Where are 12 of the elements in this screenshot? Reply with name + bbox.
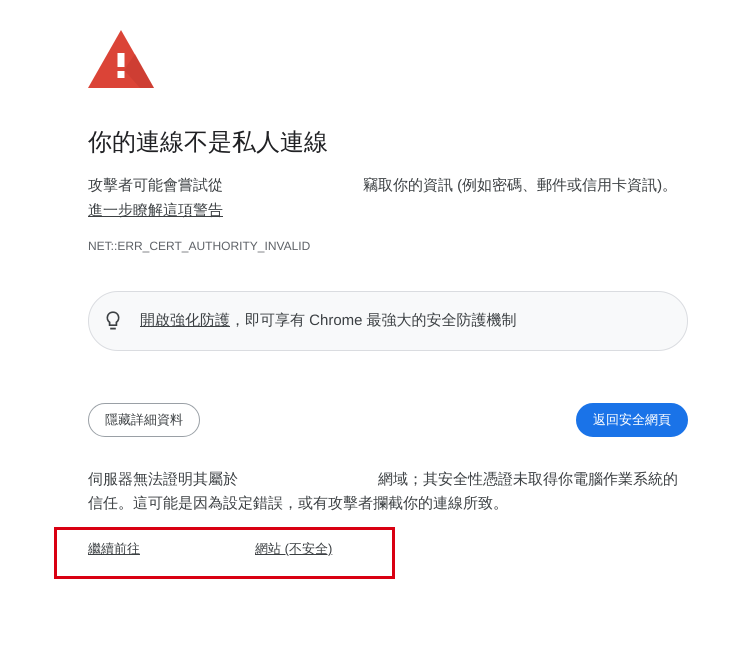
hide-details-button[interactable]: 隱藏詳細資料 [88,403,200,437]
enhanced-protection-link[interactable]: 開啟強化防護 [140,312,230,329]
certificate-explanation: 伺服器無法證明其屬於 網域；其安全性憑證未取得你電腦作業系統的信任。這可能是因為設定錯誤，或有攻擊者攔截你的連線所致。 [88,470,679,514]
warning-paragraph: 攻擊者可能會嘗試從 竊取你的資訊 (例如密碼、郵件或信用卡資訊)。 [88,176,678,196]
enhanced-protection-text: 開啟強化防護，即可享有 Chrome 最強大的安全防護機制 [140,311,517,331]
learn-more-link[interactable]: 進一步瞭解這項警告 [88,199,223,223]
proceed-unsafe-link[interactable]: 繼續前往 網站 (不安全) [88,539,332,559]
warning-icon [88,30,154,88]
lightbulb-icon [106,311,120,331]
back-to-safety-button[interactable]: 返回安全網頁 [576,403,688,437]
page-title: 你的連線不是私人連線 [88,128,328,158]
error-code: NET::ERR_CERT_AUTHORITY_INVALID [88,238,310,254]
